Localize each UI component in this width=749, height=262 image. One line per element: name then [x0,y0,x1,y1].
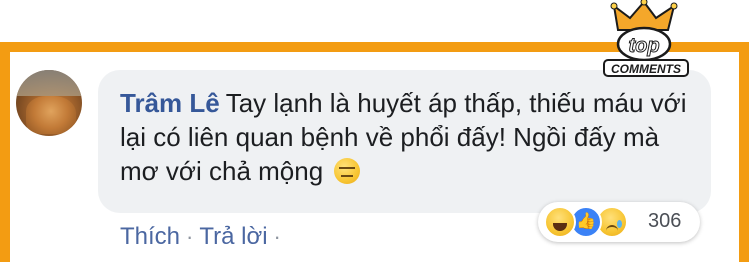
crown-icon [610,0,678,31]
separator: · [186,224,194,249]
separator: · [273,224,281,249]
top-comments-logo: top COMMENTS [603,0,689,77]
author-name[interactable]: Trâm Lê [120,88,220,118]
logo-top-text: top [628,35,659,57]
like-link[interactable]: Thích [120,223,180,250]
comment-bubble: Trâm Lê Tay lạnh là huyết áp thấp, thiếu … [98,70,711,213]
comment-body: Trâm Lê Tay lạnh là huyết áp thấp, thiếu … [120,86,700,188]
comment-card: Trâm Lê Tay lạnh là huyết áp thấp, thiếu … [10,52,739,262]
logo-bottom-text: COMMENTS [611,62,681,76]
reply-link[interactable]: Trả lời [199,223,267,250]
haha-icon [544,206,576,238]
neutral-face-icon [334,158,361,184]
reaction-count: 306 [648,210,682,232]
comment-actions: Thích · Trả lời · [120,223,287,251]
avatar[interactable] [16,70,82,136]
reactions-summary[interactable]: 👍 306 [538,202,700,242]
